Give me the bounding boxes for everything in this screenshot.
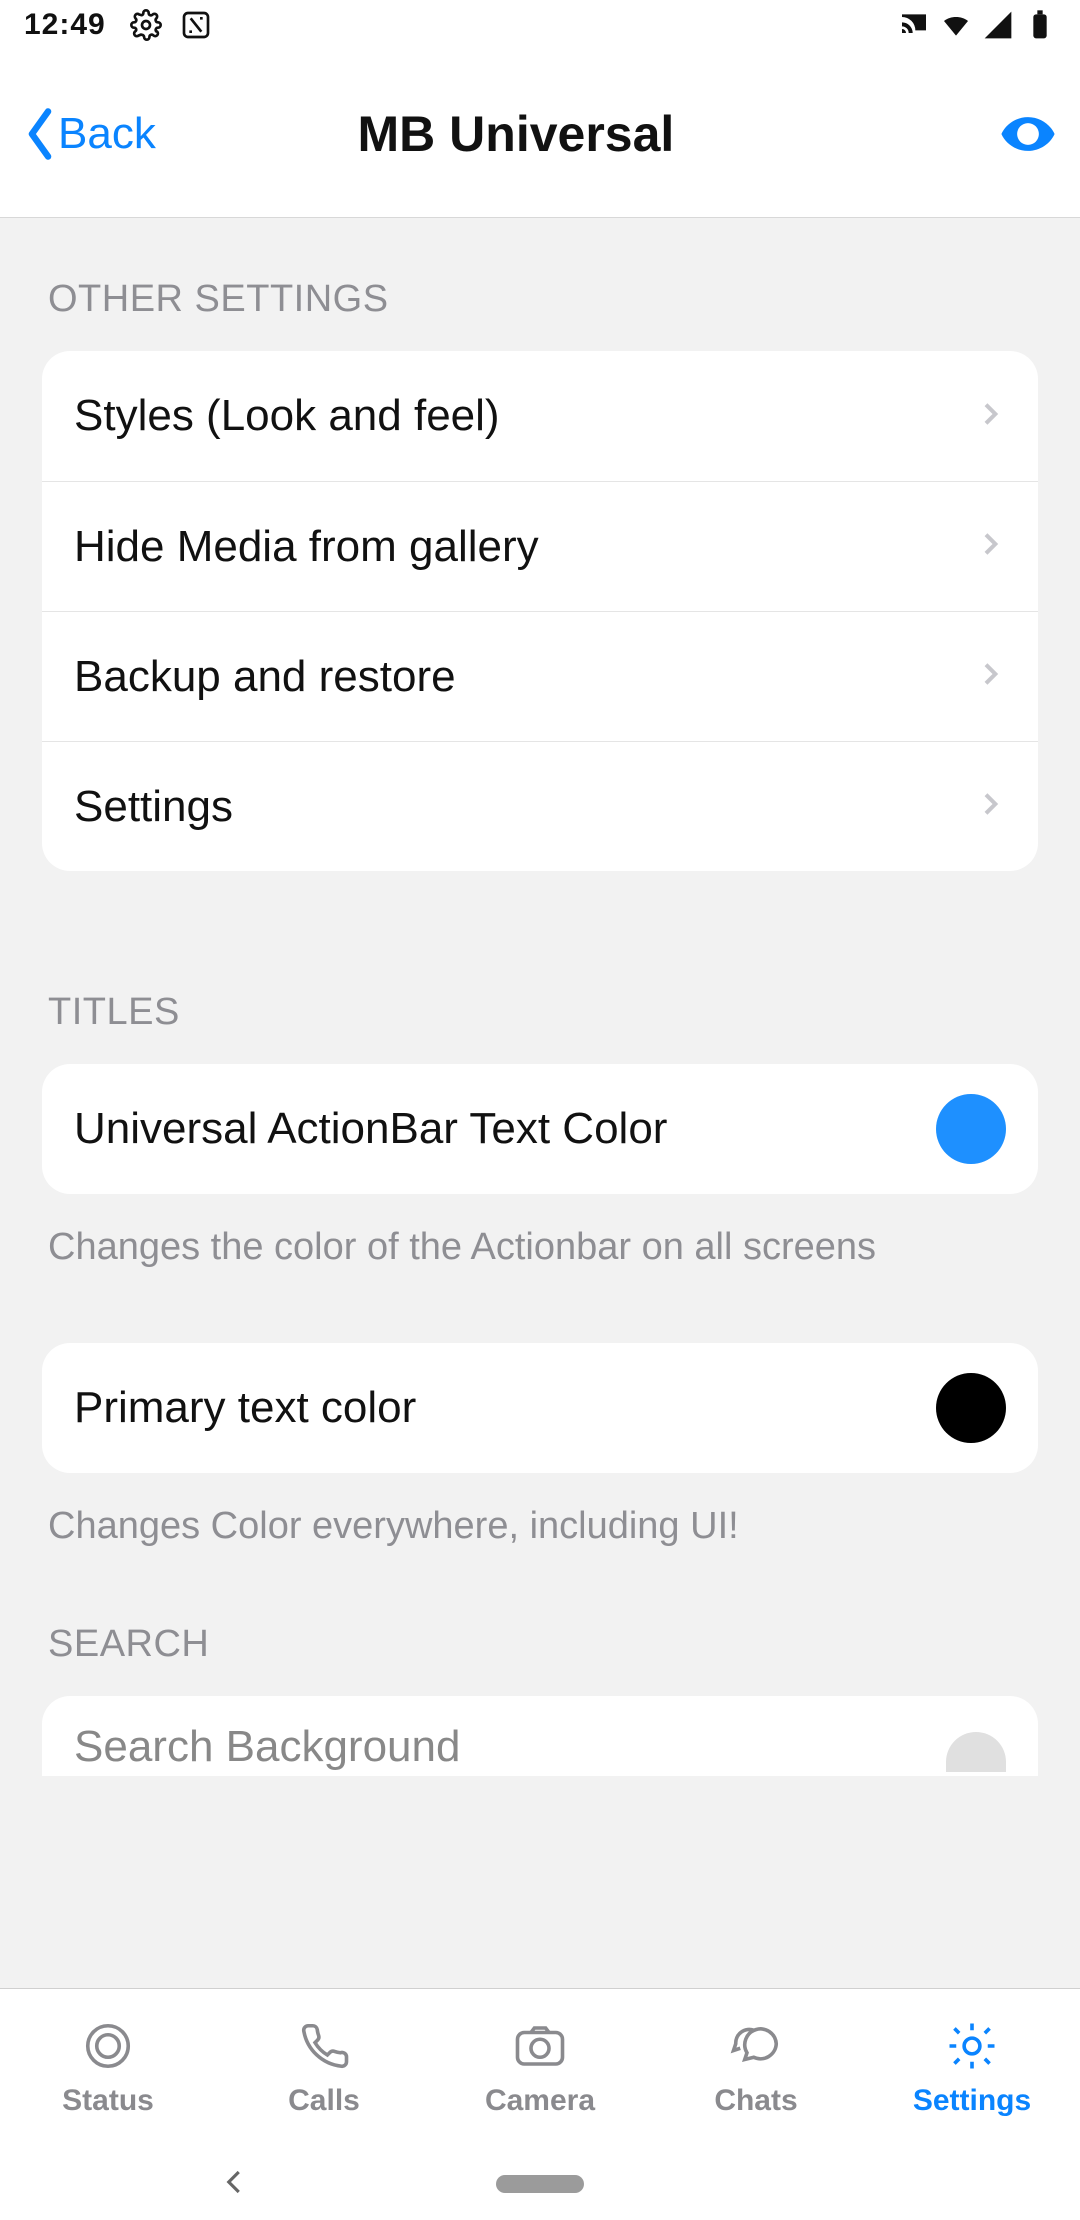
settings-scroll[interactable]: OTHER SETTINGS Styles (Look and feel) Hi… bbox=[0, 218, 1080, 1950]
cast-icon bbox=[898, 9, 930, 41]
battery-icon bbox=[1024, 9, 1056, 41]
app-header: Back MB Universal bbox=[0, 50, 1080, 218]
tab-label: Settings bbox=[913, 2084, 1031, 2118]
phone-icon bbox=[290, 2019, 358, 2078]
page-title: MB Universal bbox=[36, 105, 996, 163]
row-label: Hide Media from gallery bbox=[74, 522, 974, 572]
tab-status[interactable]: Status bbox=[0, 1989, 216, 2148]
row-settings[interactable]: Settings bbox=[42, 741, 1038, 871]
row-label: Styles (Look and feel) bbox=[74, 391, 974, 441]
gear-icon bbox=[130, 9, 162, 41]
row-label: Backup and restore bbox=[74, 652, 974, 702]
row-label: Universal ActionBar Text Color bbox=[74, 1104, 936, 1154]
chats-icon bbox=[722, 2019, 790, 2078]
chevron-right-icon bbox=[974, 658, 1006, 695]
status-icon bbox=[74, 2019, 142, 2078]
color-swatch bbox=[936, 1373, 1006, 1443]
chevron-right-icon bbox=[974, 528, 1006, 565]
tab-camera[interactable]: Camera bbox=[432, 1989, 648, 2148]
row-backup-restore[interactable]: Backup and restore bbox=[42, 611, 1038, 741]
titles-row-1: Universal ActionBar Text Color bbox=[42, 1064, 1038, 1194]
row-styles[interactable]: Styles (Look and feel) bbox=[42, 351, 1038, 481]
row-label: Search Background bbox=[74, 1722, 946, 1772]
tab-label: Calls bbox=[288, 2084, 360, 2118]
row-hide-media[interactable]: Hide Media from gallery bbox=[42, 481, 1038, 611]
color-swatch bbox=[946, 1732, 1006, 1772]
gear-icon bbox=[938, 2019, 1006, 2078]
tab-label: Status bbox=[62, 2084, 154, 2118]
row-search-background[interactable]: Search Background bbox=[42, 1696, 1038, 1776]
chevron-right-icon bbox=[974, 398, 1006, 435]
search-row-1: Search Background bbox=[42, 1696, 1038, 1776]
nav-home-pill[interactable] bbox=[496, 2175, 584, 2193]
tab-calls[interactable]: Calls bbox=[216, 1989, 432, 2148]
tab-settings[interactable]: Settings bbox=[864, 1989, 1080, 2148]
row-label: Primary text color bbox=[74, 1383, 936, 1433]
row-primary-text-color[interactable]: Primary text color bbox=[42, 1343, 1038, 1473]
preview-button[interactable] bbox=[996, 105, 1060, 163]
tab-label: Chats bbox=[714, 2084, 797, 2118]
row-description: Changes Color everywhere, including UI! bbox=[0, 1473, 1080, 1552]
section-titles: TITLES bbox=[0, 871, 1080, 1064]
section-other-settings: OTHER SETTINGS bbox=[0, 218, 1080, 351]
other-settings-group: Styles (Look and feel) Hide Media from g… bbox=[42, 351, 1038, 871]
row-label: Settings bbox=[74, 782, 974, 832]
bottom-tab-bar: Status Calls Camera Chats Settings bbox=[0, 1988, 1080, 2148]
wifi-icon bbox=[940, 9, 972, 41]
android-nav-bar bbox=[0, 2148, 1080, 2220]
clock: 12:49 bbox=[24, 8, 106, 42]
camera-icon bbox=[506, 2019, 574, 2078]
android-status-bar: 12:49 bbox=[0, 0, 1080, 50]
row-actionbar-color[interactable]: Universal ActionBar Text Color bbox=[42, 1064, 1038, 1194]
titles-row-2: Primary text color bbox=[42, 1343, 1038, 1473]
section-search: SEARCH bbox=[0, 1553, 1080, 1696]
tab-chats[interactable]: Chats bbox=[648, 1989, 864, 2148]
chevron-right-icon bbox=[974, 788, 1006, 825]
color-swatch bbox=[936, 1094, 1006, 1164]
row-description: Changes the color of the Actionbar on al… bbox=[0, 1194, 1080, 1273]
nav-back-icon[interactable] bbox=[220, 2167, 250, 2202]
signal-icon bbox=[982, 9, 1014, 41]
tab-label: Camera bbox=[485, 2084, 595, 2118]
screenshot-icon bbox=[180, 9, 212, 41]
